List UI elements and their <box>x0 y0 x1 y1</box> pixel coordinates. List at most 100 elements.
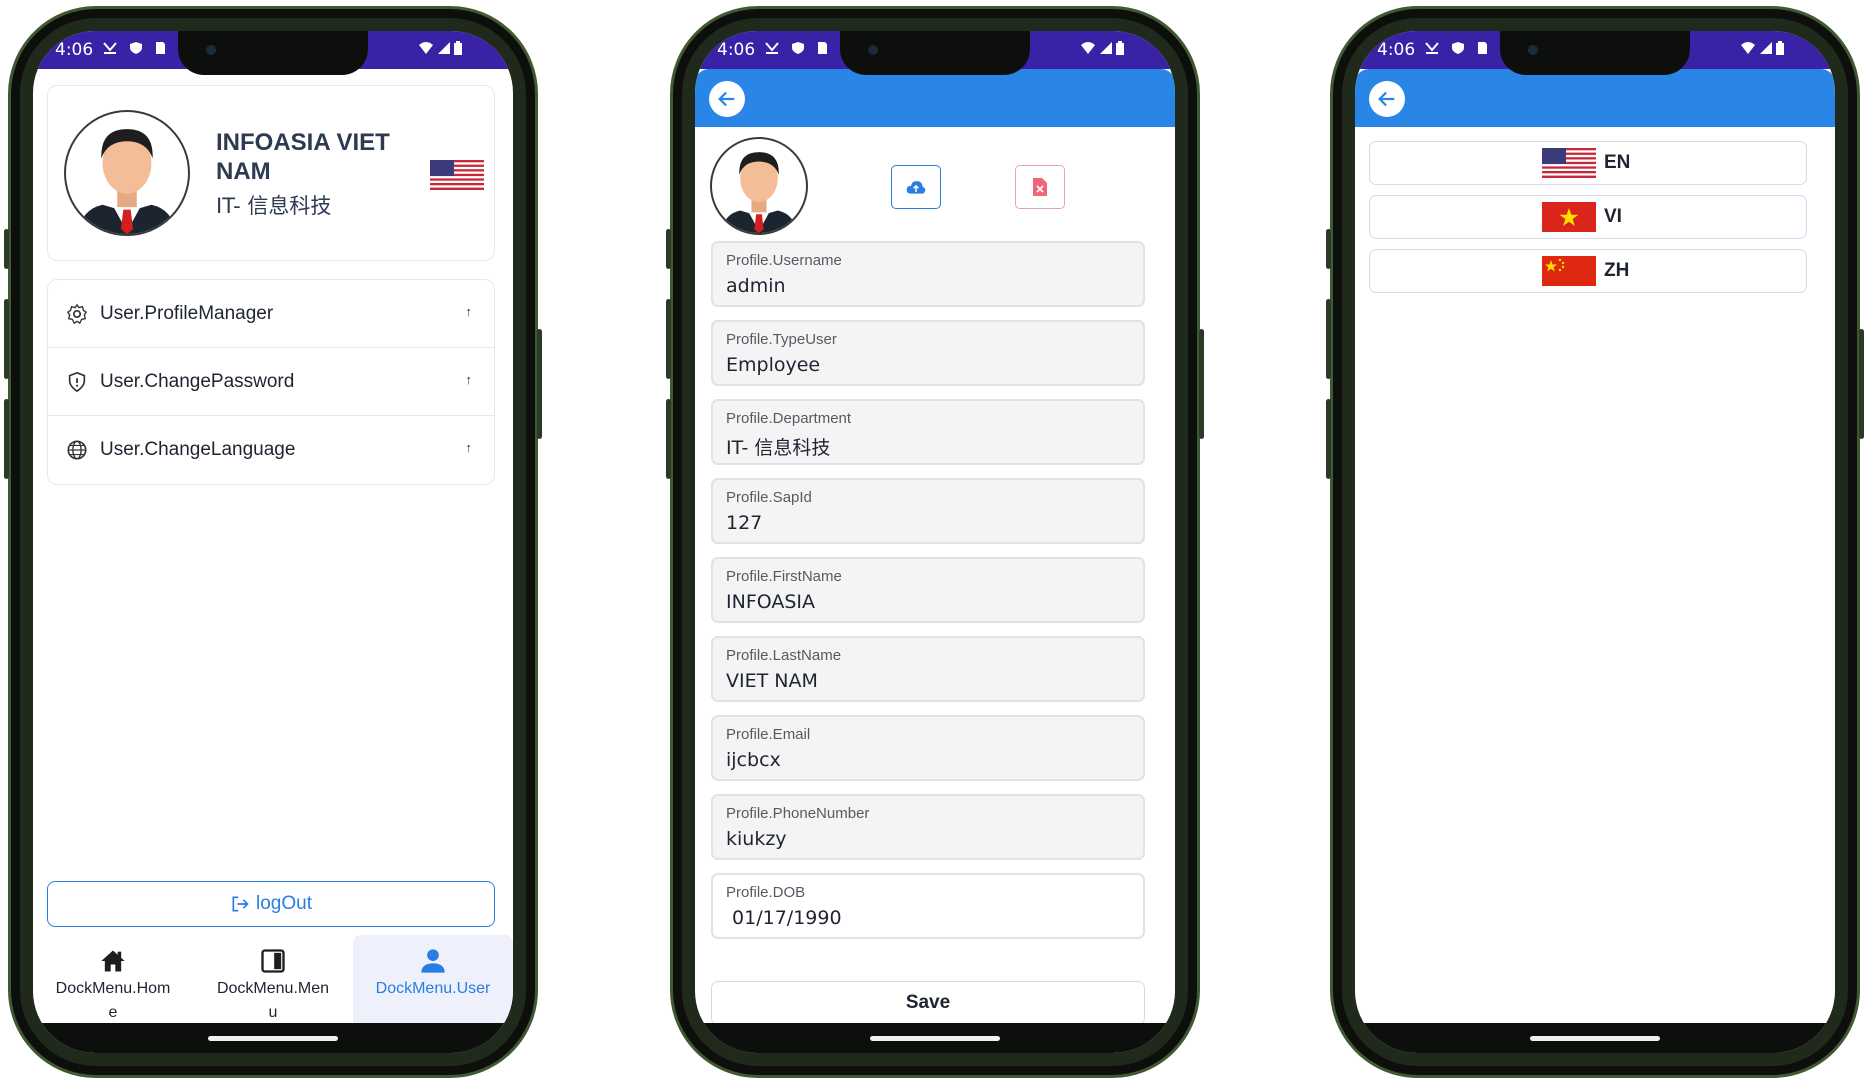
wifi-icon <box>1081 42 1095 54</box>
dock-item-home[interactable]: DockMenu.Home <box>33 935 193 1035</box>
phone-side-button <box>1326 399 1331 479</box>
avatar <box>64 110 190 236</box>
phone-side-button <box>4 399 9 479</box>
logout-icon <box>232 896 249 912</box>
battery-icon <box>1116 41 1124 55</box>
us-flag-icon <box>1542 148 1596 178</box>
signal-icon <box>438 42 450 54</box>
screen-bottom-bezel <box>695 1023 1175 1053</box>
menu-item-change-password[interactable]: User.ChangePassword ↑ <box>48 348 494 416</box>
camera-notch <box>840 31 1030 75</box>
dob-field[interactable]: Profile.DOB 01/17/1990 <box>711 873 1145 939</box>
sim-card-icon <box>156 42 165 54</box>
battery-icon <box>1776 41 1784 55</box>
status-time: 4:06 <box>1377 40 1416 60</box>
username-field[interactable]: Profile.Username admin <box>711 241 1145 307</box>
home-indicator[interactable] <box>870 1036 1000 1041</box>
us-flag-icon[interactable] <box>430 160 484 190</box>
back-button[interactable] <box>709 81 745 117</box>
dock-menu: DockMenu.Home DockMenu.Menu DockMenu.Use… <box>33 935 513 1035</box>
menu-item-label: User.ChangeLanguage <box>100 439 296 460</box>
field-value: VIET NAM <box>726 670 818 692</box>
dock-item-user[interactable]: DockMenu.User <box>353 935 513 1035</box>
field-label: Profile.TypeUser <box>726 331 837 348</box>
app-header <box>695 69 1175 127</box>
delete-avatar-button[interactable] <box>1015 165 1065 209</box>
sim-card-icon <box>1478 42 1487 54</box>
field-value: IT- 信息科技 <box>726 437 831 459</box>
phone-language-picker: 4:06 EN VI ZH <box>1326 6 1864 1078</box>
phone-side-button <box>1326 299 1331 379</box>
dock-item-label: DockMenu.Menu <box>216 980 330 1021</box>
screen: 4:06 EN VI ZH <box>1355 31 1835 1053</box>
field-label: Profile.FirstName <box>726 568 842 585</box>
save-button[interactable]: Save <box>711 981 1145 1025</box>
nfc-icon <box>103 42 117 54</box>
screen-bottom-bezel <box>33 1023 513 1053</box>
field-value: ijcbcx <box>726 749 781 771</box>
arrow-up-icon: ↑ <box>465 440 473 455</box>
gear-icon <box>66 303 88 324</box>
phone-side-button <box>666 229 671 269</box>
user-avatar-illustration <box>721 152 797 233</box>
language-option-en[interactable]: EN <box>1369 141 1807 185</box>
phone-side-button <box>666 399 671 479</box>
last-name-field[interactable]: Profile.LastName VIET NAM <box>711 636 1145 702</box>
upload-avatar-button[interactable] <box>891 165 941 209</box>
nfc-icon <box>765 42 779 54</box>
status-time: 4:06 <box>717 40 756 60</box>
wifi-icon <box>419 42 433 54</box>
arrow-left-icon <box>718 91 735 107</box>
field-label: Profile.DOB <box>726 884 806 901</box>
menu-panel-icon <box>261 949 285 973</box>
front-camera <box>868 45 878 55</box>
signal-icon <box>1100 42 1112 54</box>
field-label: Profile.Username <box>726 252 842 269</box>
camera-notch <box>1500 31 1690 75</box>
language-code: ZH <box>1604 260 1630 281</box>
phone-side-button <box>4 229 9 269</box>
sap-id-field[interactable]: Profile.SapId 127 <box>711 478 1145 544</box>
user-icon <box>421 949 445 973</box>
dock-item-menu[interactable]: DockMenu.Menu <box>193 935 353 1035</box>
home-indicator[interactable] <box>208 1036 338 1041</box>
type-user-field[interactable]: Profile.TypeUser Employee <box>711 320 1145 386</box>
field-label: Profile.Department <box>726 410 852 427</box>
screen: 4:06 <box>33 31 513 1053</box>
phone-profile-editor: 4:06 Profile.Username admin Profile.Type… <box>666 6 1204 1078</box>
email-field[interactable]: Profile.Email ijcbcx <box>711 715 1145 781</box>
menu-item-profile-manager[interactable]: User.ProfileManager ↑ <box>48 280 494 348</box>
phone-power-button <box>1859 329 1864 439</box>
menu-item-change-language[interactable]: User.ChangeLanguage ↑ <box>48 416 494 484</box>
arrow-left-icon <box>1378 91 1395 107</box>
phone-number-field[interactable]: Profile.PhoneNumber kiukzy <box>711 794 1145 860</box>
department-field[interactable]: Profile.Department IT- 信息科技 <box>711 399 1145 465</box>
profile-department: IT- 信息科技 <box>216 194 332 218</box>
phone-side-button <box>4 299 9 379</box>
status-time: 4:06 <box>55 40 94 60</box>
phone-power-button <box>537 329 542 439</box>
phone-power-button <box>1199 329 1204 439</box>
app-header <box>1355 69 1835 127</box>
dock-item-label: DockMenu.Home <box>55 980 171 1021</box>
language-option-vi[interactable]: VI <box>1369 195 1807 239</box>
shield-status-icon <box>1452 42 1464 54</box>
wifi-icon <box>1741 42 1755 54</box>
front-camera <box>206 45 216 55</box>
language-option-zh[interactable]: ZH <box>1369 249 1807 293</box>
home-indicator[interactable] <box>1530 1036 1660 1041</box>
field-label: Profile.Email <box>726 726 811 743</box>
field-value: 127 <box>726 512 763 534</box>
shield-icon <box>68 371 86 392</box>
phone-profile-menu: 4:06 INFOASIA VIET NAM IT- 信息科技 User.Pro… <box>4 6 542 1078</box>
dock-item-label: DockMenu.User <box>375 980 491 997</box>
profile-card[interactable]: INFOASIA VIET NAM IT- 信息科技 <box>47 85 495 261</box>
signal-icon <box>1760 42 1772 54</box>
logout-button[interactable]: logOut <box>47 881 495 927</box>
field-value: admin <box>726 275 786 297</box>
first-name-field[interactable]: Profile.FirstName INFOASIA <box>711 557 1145 623</box>
language-code: VI <box>1604 206 1622 227</box>
back-button[interactable] <box>1369 81 1405 117</box>
phone-side-button <box>1326 229 1331 269</box>
screenshot-stage: 4:06 INFOASIA VIET NAM IT- 信息科技 User.Pro… <box>0 0 1864 1084</box>
